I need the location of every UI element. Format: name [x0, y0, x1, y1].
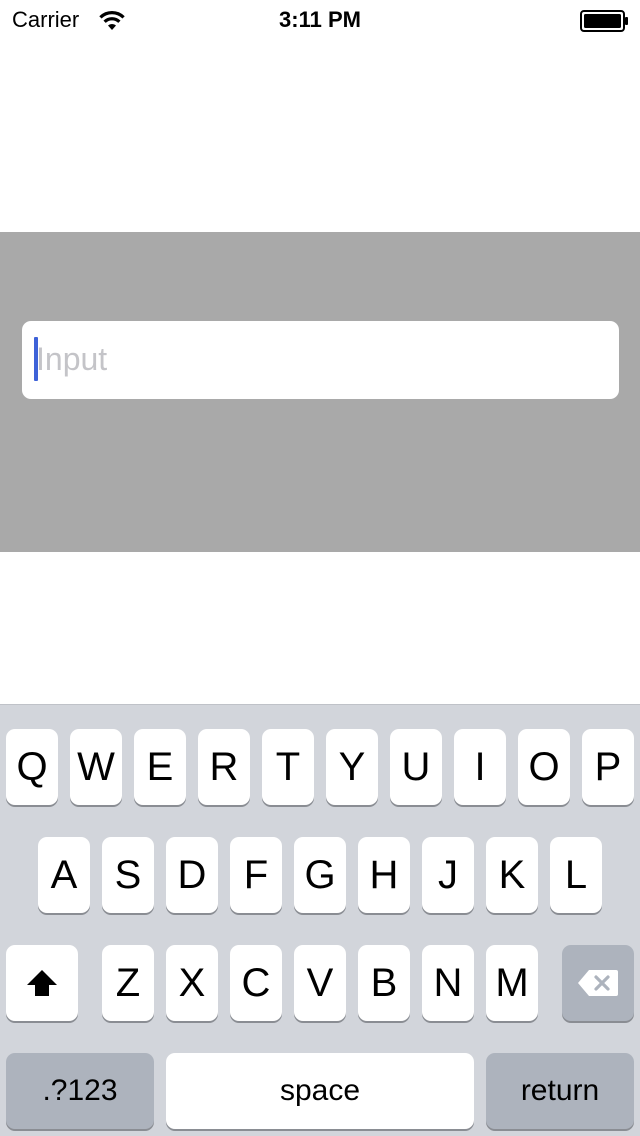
key-j[interactable]: J — [422, 837, 474, 913]
input-field[interactable]: Input — [22, 321, 619, 399]
key-i[interactable]: I — [454, 729, 506, 805]
clock-label: 3:11 PM — [279, 7, 361, 32]
key-w[interactable]: W — [70, 729, 122, 805]
key-a[interactable]: A — [38, 837, 90, 913]
key-e[interactable]: E — [134, 729, 186, 805]
key-n[interactable]: N — [422, 945, 474, 1021]
key-b[interactable]: B — [358, 945, 410, 1021]
numbers-key[interactable]: .?123 — [6, 1053, 154, 1129]
key-l[interactable]: L — [550, 837, 602, 913]
key-g[interactable]: G — [294, 837, 346, 913]
key-q[interactable]: Q — [6, 729, 58, 805]
shift-icon — [25, 968, 59, 998]
shift-key[interactable] — [6, 945, 78, 1021]
key-z[interactable]: Z — [102, 945, 154, 1021]
key-h[interactable]: H — [358, 837, 410, 913]
key-d[interactable]: D — [166, 837, 218, 913]
key-r[interactable]: R — [198, 729, 250, 805]
key-f[interactable]: F — [230, 837, 282, 913]
key-u[interactable]: U — [390, 729, 442, 805]
delete-key[interactable] — [562, 945, 634, 1021]
key-y[interactable]: Y — [326, 729, 378, 805]
input-placeholder: Input — [36, 341, 108, 377]
delete-icon — [576, 968, 620, 998]
space-key[interactable]: space — [166, 1053, 474, 1129]
key-s[interactable]: S — [102, 837, 154, 913]
status-bar: Carrier 3:11 PM — [0, 0, 640, 40]
key-v[interactable]: V — [294, 945, 346, 1021]
return-key[interactable]: return — [486, 1053, 634, 1129]
key-o[interactable]: O — [518, 729, 570, 805]
form-panel: Input — [0, 232, 640, 552]
keyboard: Q W E R T Y U I O P A S D F G H J K L Z … — [0, 704, 640, 1136]
key-k[interactable]: K — [486, 837, 538, 913]
key-t[interactable]: T — [262, 729, 314, 805]
key-x[interactable]: X — [166, 945, 218, 1021]
text-cursor — [34, 337, 38, 381]
key-c[interactable]: C — [230, 945, 282, 1021]
key-p[interactable]: P — [582, 729, 634, 805]
key-m[interactable]: M — [486, 945, 538, 1021]
battery-icon — [580, 10, 630, 32]
